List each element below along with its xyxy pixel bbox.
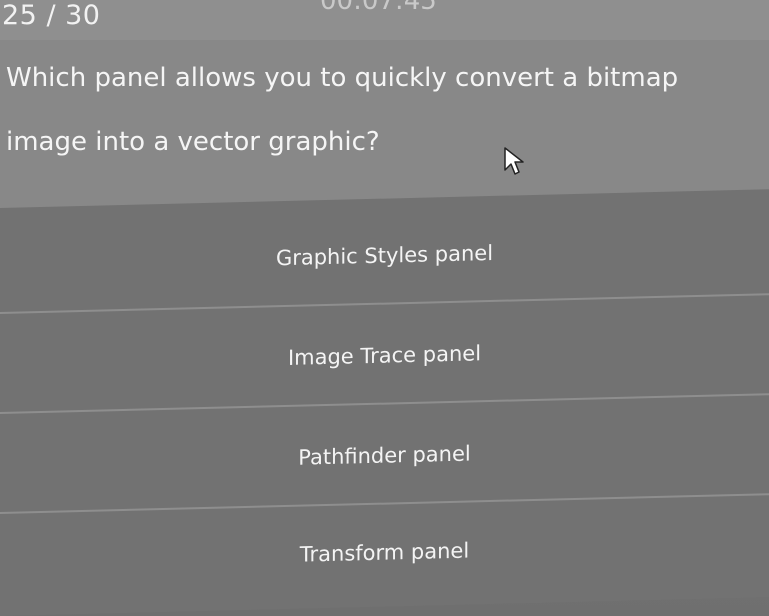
answer-option-pathfinder[interactable]: Pathfinder panel (0, 399, 769, 514)
mouse-pointer-icon (504, 147, 524, 175)
answer-option-transform[interactable]: Transform panel (0, 495, 769, 610)
question-text: Which panel allows you to quickly conver… (6, 63, 679, 157)
answer-label: Transform panel (299, 538, 470, 567)
answer-list: Graphic Styles panel Image Trace panel P… (0, 189, 769, 616)
answer-label: Pathfinder panel (298, 441, 471, 470)
question-counter: 25 / 30 (2, 0, 101, 31)
quiz-screen: 25 / 30 00:07:45 Which panel allows you … (0, 0, 769, 616)
quiz-header: 25 / 30 00:07:45 (0, 0, 769, 40)
answer-label: Graphic Styles panel (275, 240, 494, 271)
answer-label: Image Trace panel (287, 341, 482, 370)
quiz-timer: 00:07:45 (320, 0, 437, 16)
answer-option-graphic-styles[interactable]: Graphic Styles panel (0, 199, 769, 314)
answer-option-image-trace[interactable]: Image Trace panel (0, 299, 769, 414)
